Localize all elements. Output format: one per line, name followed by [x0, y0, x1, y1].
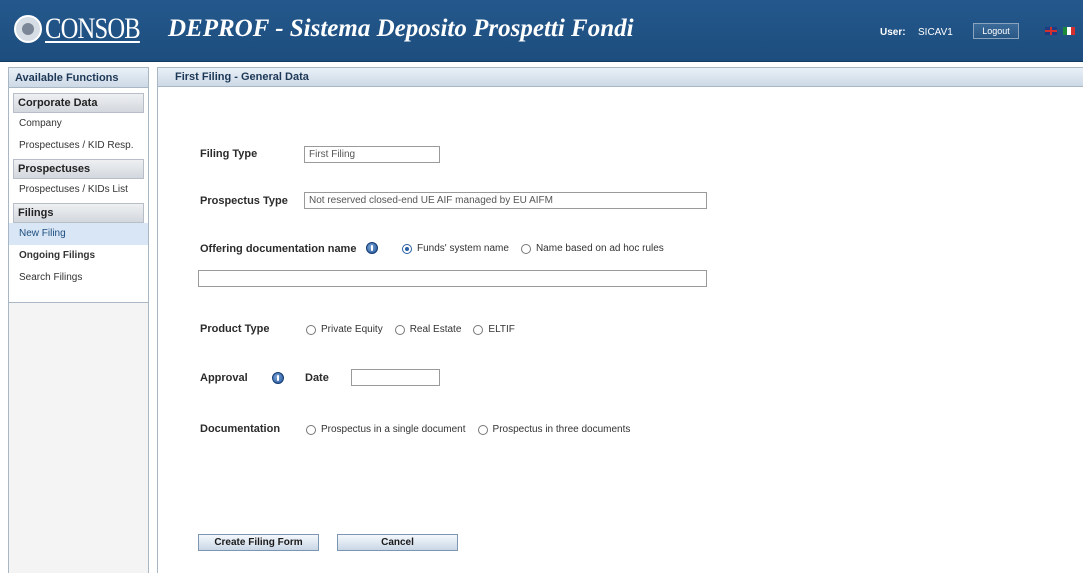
sidebar-title: Available Functions: [9, 68, 148, 88]
panel-title: First Filing - General Data: [158, 67, 1083, 87]
seal-icon: [14, 15, 42, 43]
option-label: ELTIF: [488, 324, 515, 335]
user-label: User:: [880, 27, 906, 38]
sidebar-item-prospectuses-kids-list[interactable]: Prospectuses / KIDs List: [9, 179, 148, 201]
app-header: CONSOB DEPROF - Sistema Deposito Prospet…: [0, 0, 1083, 62]
radio-checked-icon[interactable]: [402, 243, 412, 254]
option-label: Prospectus in three documents: [492, 424, 631, 435]
product-type-option-eltif[interactable]: ELTIF: [473, 324, 515, 335]
option-label: Name based on ad hoc rules: [535, 243, 664, 254]
logout-button[interactable]: Logout: [973, 23, 1019, 39]
product-type-label: Product Type: [200, 323, 270, 335]
option-label: Real Estate: [409, 324, 462, 335]
radio-icon[interactable]: [394, 324, 405, 335]
radio-icon[interactable]: [477, 424, 488, 435]
logo-text: CONSOB: [45, 12, 141, 45]
sidebar-section-corporate-data: Corporate Data: [13, 93, 144, 113]
filing-type-label: Filing Type: [200, 148, 258, 160]
product-type-option-private-equity[interactable]: Private Equity: [306, 324, 383, 335]
prospectus-type-label: Prospectus Type: [200, 195, 288, 207]
documentation-option-three[interactable]: Prospectus in three documents: [477, 424, 631, 435]
sidebar-item-ongoing-filings[interactable]: Ongoing Filings: [9, 245, 148, 267]
radio-icon[interactable]: [473, 324, 484, 335]
option-label: Funds' system name: [417, 243, 509, 254]
documentation-option-single[interactable]: Prospectus in a single document: [306, 424, 466, 435]
en-flag-icon[interactable]: [1045, 27, 1057, 35]
approval-info-icon[interactable]: [272, 372, 284, 384]
documentation-label: Documentation: [200, 423, 281, 435]
consob-logo: CONSOB: [14, 9, 161, 49]
sidebar-empty-area: [8, 303, 149, 573]
offering-doc-radio-group: Funds' system name Name based on ad hoc …: [402, 243, 676, 254]
sidebar-item-new-filing[interactable]: New Filing: [9, 223, 148, 245]
radio-icon[interactable]: [306, 324, 316, 335]
create-filing-form-button[interactable]: Create Filing Form: [198, 534, 319, 551]
prospectus-type-field[interactable]: [304, 192, 707, 209]
offering-doc-name-input[interactable]: [198, 270, 707, 287]
option-label: Prospectus in a single document: [321, 424, 466, 435]
offering-doc-option-funds-system[interactable]: Funds' system name: [402, 243, 509, 254]
sidebar-section-filings: Filings: [13, 203, 144, 223]
product-type-radio-group: Private Equity Real Estate ELTIF: [306, 324, 527, 335]
sidebar-section-prospectuses: Prospectuses: [13, 159, 144, 179]
filing-type-field[interactable]: [304, 146, 440, 163]
option-label: Private Equity: [321, 324, 383, 335]
radio-icon[interactable]: [520, 243, 531, 254]
approval-label: Approval: [200, 372, 248, 384]
sidebar-item-prospectuses-kid-resp[interactable]: Prospectuses / KID Resp.: [9, 135, 148, 157]
app-title: DEPROF - Sistema Deposito Prospetti Fond…: [168, 15, 634, 42]
offering-doc-info-icon[interactable]: [366, 242, 378, 254]
sidebar: Available Functions Corporate Data Compa…: [8, 67, 149, 303]
main-panel: First Filing - General Data Filing Type …: [157, 67, 1083, 573]
it-flag-icon[interactable]: [1063, 27, 1075, 35]
offering-doc-option-ad-hoc[interactable]: Name based on ad hoc rules: [520, 243, 664, 254]
offering-doc-name-label: Offering documentation name: [200, 243, 357, 255]
cancel-button[interactable]: Cancel: [337, 534, 458, 551]
user-value: SICAV1: [918, 27, 953, 38]
approval-date-input[interactable]: [351, 369, 440, 386]
documentation-radio-group: Prospectus in a single document Prospect…: [306, 424, 642, 435]
product-type-option-real-estate[interactable]: Real Estate: [394, 324, 462, 335]
radio-icon[interactable]: [306, 424, 316, 435]
approval-date-label: Date: [305, 372, 329, 384]
sidebar-item-company[interactable]: Company: [9, 113, 148, 135]
sidebar-item-search-filings[interactable]: Search Filings: [9, 267, 148, 289]
